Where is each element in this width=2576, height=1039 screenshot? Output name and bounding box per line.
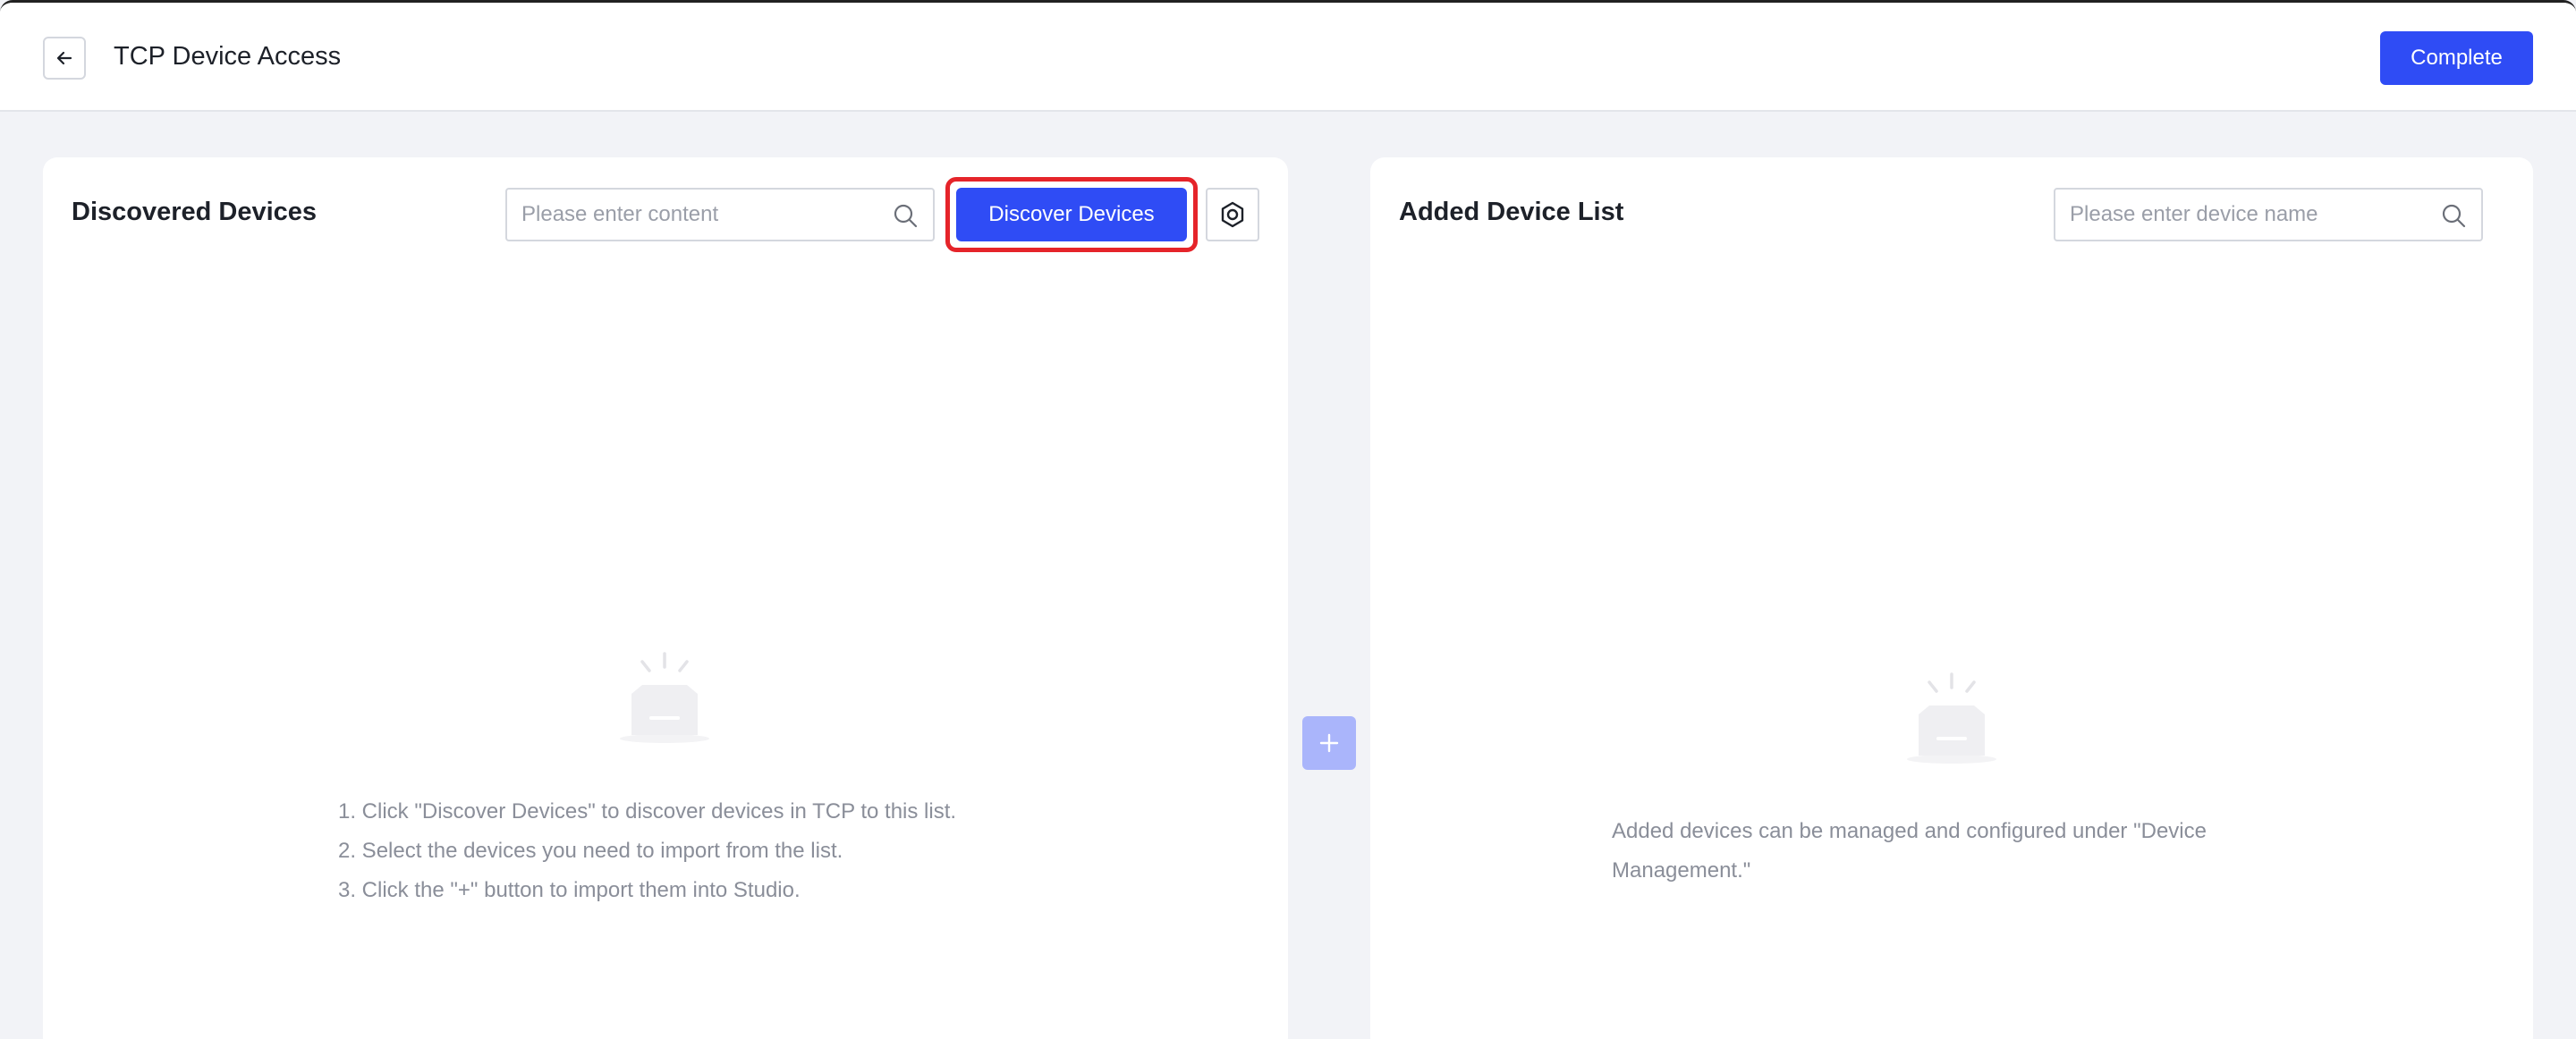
discovered-search-box [505,188,935,241]
back-button[interactable] [43,37,86,80]
discover-devices-button[interactable]: Discover Devices [956,188,1187,241]
settings-button[interactable] [1206,188,1259,241]
discovered-search-input[interactable] [521,190,885,240]
header-bar: TCP Device Access Complete [0,3,2576,112]
added-device-list-title: Added Device List [1399,198,1624,226]
empty-box-icon [620,652,709,743]
search-icon[interactable] [2440,202,2467,229]
page-title: TCP Device Access [114,42,342,71]
add-devices-button[interactable] [1302,716,1356,770]
settings-hex-icon [1221,201,1244,228]
plus-icon [1319,733,1339,753]
search-icon[interactable] [892,202,919,229]
hint-line-3: 3. Click the "+" button to import them i… [338,878,801,902]
discovered-devices-title: Discovered Devices [72,198,318,226]
discovered-devices-panel: Discovered Devices Discover Devices 1. C… [43,157,1288,1039]
empty-box-icon [1907,672,1996,764]
discovered-hints: 1. Click "Discover Devices" to discover … [338,792,956,910]
back-arrow-icon [56,51,72,65]
app-window: TCP Device Access Complete Discovered De… [0,0,2576,1039]
added-search-input[interactable] [2070,190,2433,240]
hint-line-2: 2. Select the devices you need to import… [338,839,843,863]
hint-line-1: 1. Click "Discover Devices" to discover … [338,799,957,824]
added-devices-hint: Added devices can be managed and configu… [1612,819,2207,883]
added-search-box [2054,188,2483,241]
complete-button[interactable]: Complete [2380,31,2533,85]
added-device-list-panel: Added Device List Added devices can be m… [1370,157,2533,1039]
